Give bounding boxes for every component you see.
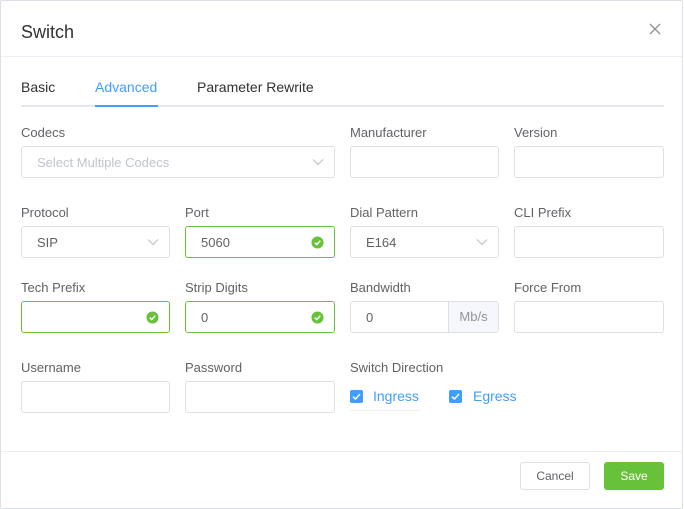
check-circle-icon xyxy=(146,311,159,324)
dial-pattern-label: Dial Pattern xyxy=(350,205,418,220)
ingress-divider xyxy=(350,410,420,411)
active-tab-indicator xyxy=(95,105,158,107)
port-label: Port xyxy=(185,205,209,220)
cli-prefix-input[interactable] xyxy=(514,226,664,258)
dial-pattern-value: E164 xyxy=(366,235,397,250)
protocol-label: Protocol xyxy=(21,205,69,220)
bandwidth-label: Bandwidth xyxy=(350,280,411,295)
strip-digits-value: 0 xyxy=(201,310,209,325)
egress-checkbox[interactable] xyxy=(449,390,462,403)
username-label: Username xyxy=(21,360,81,375)
switch-direction-label: Switch Direction xyxy=(350,360,444,375)
cli-prefix-label: CLI Prefix xyxy=(514,205,572,220)
username-input[interactable] xyxy=(21,381,170,413)
chevron-down-icon xyxy=(476,239,488,246)
footer-divider xyxy=(1,451,682,452)
password-label: Password xyxy=(185,360,243,375)
protocol-value: SIP xyxy=(37,235,58,250)
version-label: Version xyxy=(514,125,558,140)
strip-digits-label: Strip Digits xyxy=(185,280,248,295)
tab-bar: Basic Advanced Parameter Rewrite xyxy=(21,71,664,107)
tech-prefix-input[interactable] xyxy=(21,301,170,333)
port-value: 5060 xyxy=(201,235,230,250)
tab-basic[interactable]: Basic xyxy=(21,79,55,95)
dialog-header: Switch xyxy=(1,1,682,57)
ingress-checkbox[interactable] xyxy=(350,390,363,403)
manufacturer-input[interactable] xyxy=(350,146,499,178)
codecs-label: Codecs xyxy=(21,125,66,140)
codecs-select[interactable]: Select Multiple Codecs xyxy=(21,146,335,178)
dial-pattern-select[interactable]: E164 xyxy=(350,226,499,258)
ingress-label[interactable]: Ingress xyxy=(373,388,419,404)
cancel-button[interactable]: Cancel xyxy=(520,462,590,490)
close-icon[interactable] xyxy=(647,21,663,37)
save-button[interactable]: Save xyxy=(604,462,664,490)
tech-prefix-label: Tech Prefix xyxy=(21,280,86,295)
check-circle-icon xyxy=(311,311,324,324)
port-input[interactable]: 5060 xyxy=(185,226,335,258)
chevron-down-icon xyxy=(312,159,324,166)
switch-dialog: Switch Basic Advanced Parameter Rewrite … xyxy=(0,0,683,509)
check-circle-icon xyxy=(311,236,324,249)
password-input[interactable] xyxy=(185,381,335,413)
codecs-placeholder: Select Multiple Codecs xyxy=(37,155,170,170)
strip-digits-input[interactable]: 0 xyxy=(185,301,335,333)
bandwidth-input[interactable]: 0 Mb/s xyxy=(350,301,499,333)
chevron-down-icon xyxy=(147,239,159,246)
tab-parameter-rewrite[interactable]: Parameter Rewrite xyxy=(197,79,314,95)
dialog-title: Switch xyxy=(21,22,75,42)
tab-advanced[interactable]: Advanced xyxy=(95,79,157,95)
force-from-label: Force From xyxy=(514,280,582,295)
bandwidth-value: 0 xyxy=(366,310,374,325)
version-input[interactable] xyxy=(514,146,664,178)
manufacturer-label: Manufacturer xyxy=(350,125,427,140)
protocol-select[interactable]: SIP xyxy=(21,226,170,258)
egress-label[interactable]: Egress xyxy=(473,388,517,404)
bandwidth-unit: Mb/s xyxy=(448,302,498,332)
force-from-input[interactable] xyxy=(514,301,664,333)
